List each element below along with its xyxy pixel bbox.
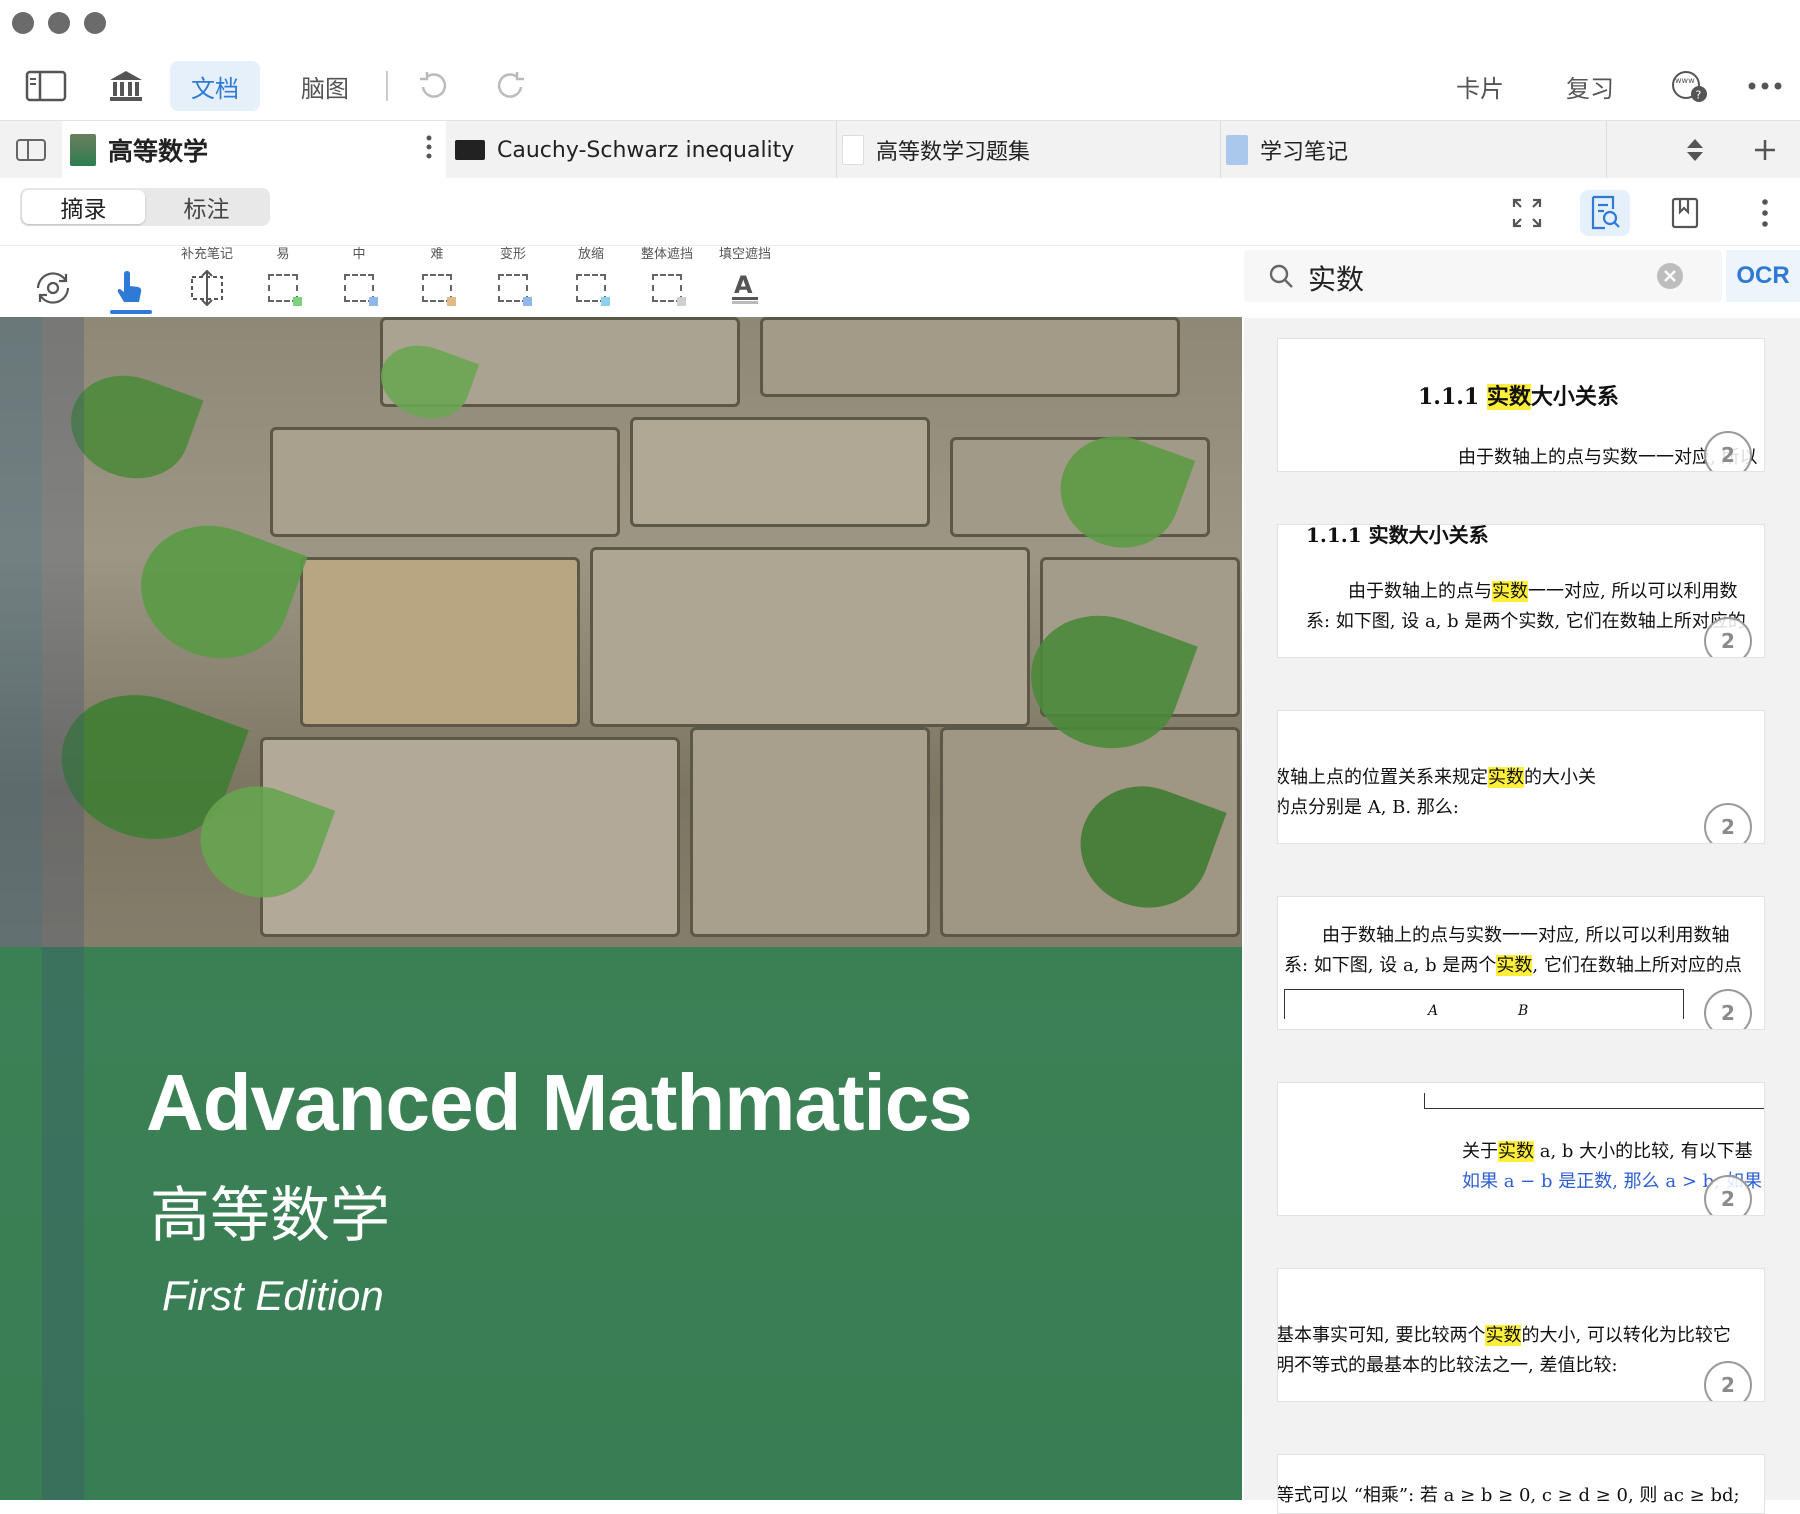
search-document-icon[interactable] [1580, 190, 1630, 236]
svg-text:?: ? [1696, 89, 1702, 102]
undo-icon[interactable] [408, 61, 458, 111]
more-icon[interactable] [1740, 61, 1790, 111]
doc-thumbnail [1226, 135, 1248, 165]
cover-left-strip [0, 317, 42, 947]
doc-thumbnail [842, 135, 864, 165]
tab-label: Cauchy-Schwarz inequality [497, 137, 795, 163]
easy-mask-tool[interactable]: 易 [250, 246, 316, 316]
bookmark-icon[interactable] [1660, 190, 1710, 236]
main-toolbar: 文档 脑图 卡片 复习 www? [0, 55, 1800, 117]
pointer-tool[interactable] [96, 246, 162, 316]
page-badge: 2 [1704, 1175, 1752, 1215]
annotation-tools: 补充笔记 易 中 难 变形 放缩 整体遮挡 填空遮挡 A [0, 246, 1242, 316]
search-bar: 实数 [1244, 250, 1722, 302]
mask-all-tool[interactable]: 整体遮挡 [634, 246, 700, 316]
svg-text:A: A [734, 271, 753, 299]
window-controls [12, 12, 106, 34]
result-card[interactable]: 数轴上点的位置关系来规定实数的大小关 的点分别是 A, B. 那么: 2 [1277, 710, 1765, 844]
page-badge: 2 [1704, 617, 1752, 657]
mode-bar: 摘录 标注 [0, 178, 1800, 246]
tab-menu-icon[interactable] [426, 135, 432, 165]
ocr-button[interactable]: OCR [1726, 250, 1800, 302]
result-card[interactable]: 等式可以 “相乘”: 若 a ≥ b ≥ 0, c ≥ d ≥ 0, 则 ac … [1277, 1454, 1765, 1514]
svg-text:www: www [1675, 76, 1695, 85]
cover-left-strip-2 [42, 317, 84, 1500]
zoom-window-button[interactable] [84, 12, 106, 34]
cover-edition: First Edition [162, 1272, 384, 1319]
document-viewer[interactable]: Advanced Mathmatics 高等数学 First Edition [0, 317, 1242, 1500]
app-window: 文档 脑图 卡片 复习 www? 高等数学 Cauchy-Schwarz ine… [0, 0, 1800, 1514]
result-card[interactable]: 基本事实可知, 要比较两个实数的大小, 可以转化为比较它 明不等式的最基本的比较… [1277, 1268, 1765, 1402]
tab-label: 学习笔记 [1260, 140, 1349, 165]
search-input[interactable]: 实数 [1308, 258, 1364, 298]
split-view-icon[interactable] [6, 121, 56, 179]
library-icon[interactable] [102, 61, 150, 111]
zoom-tool[interactable]: 放缩 [558, 246, 624, 316]
cover-title-english: Advanced Mathmatics [146, 1058, 973, 1147]
tab-exercises[interactable]: 高等数学习题集 [842, 121, 1222, 179]
close-window-button[interactable] [12, 12, 34, 34]
page-badge: 2 [1704, 803, 1752, 843]
tab-divider [836, 121, 837, 179]
annotation-mode-button[interactable]: 标注 [145, 190, 268, 224]
cards-button[interactable]: 卡片 [1440, 61, 1520, 111]
cloze-mask-tool[interactable]: 填空遮挡 A [712, 246, 778, 316]
document-tabbar: 高等数学 Cauchy-Schwarz inequality 高等数学习题集 学… [0, 120, 1800, 179]
web-help-icon[interactable]: www? [1664, 61, 1714, 111]
clear-search-icon[interactable] [1656, 262, 1684, 294]
tab-document[interactable]: 文档 [170, 61, 260, 111]
excerpt-mode-button[interactable]: 摘录 [22, 190, 145, 224]
medium-mask-tool[interactable]: 中 [326, 246, 392, 316]
tab-sort-icon[interactable] [1670, 121, 1720, 179]
tab-divider [1606, 121, 1607, 179]
deform-tool[interactable]: 变形 [480, 246, 546, 316]
search-icon [1268, 263, 1294, 293]
tab-label: 高等数学习题集 [876, 140, 1031, 165]
sidebar-toggle-icon[interactable] [22, 61, 70, 111]
page-badge: 2 [1704, 989, 1752, 1029]
result-card[interactable]: 1.1.1 实数大小关系 由于数轴上的点与实数一一对应, 所以可以利用数 系: … [1277, 524, 1765, 658]
tab-study-notes[interactable]: 学习笔记 [1226, 121, 1606, 179]
page-badge: 2 [1704, 431, 1752, 471]
result-card[interactable]: 由于数轴上的点与实数一一对应, 所以可以利用数轴 系: 如下图, 设 a, b … [1277, 896, 1765, 1030]
doc-thumbnail [455, 140, 485, 160]
toolbar-divider [386, 71, 388, 101]
fullscreen-icon[interactable] [1502, 190, 1552, 236]
page-badge: 2 [1704, 1361, 1752, 1401]
minimize-window-button[interactable] [48, 12, 70, 34]
options-icon[interactable] [1740, 190, 1790, 236]
tab-label: 高等数学 [108, 137, 209, 166]
review-button[interactable]: 复习 [1550, 61, 1630, 111]
book-thumbnail [70, 134, 96, 166]
tab-mindmap[interactable]: 脑图 [280, 61, 370, 111]
tab-cauchy-schwarz[interactable]: Cauchy-Schwarz inequality [455, 121, 835, 179]
result-card[interactable]: 关于实数 a, b 大小的比较, 有以下基 如果 a − b 是正数, 那么 a… [1277, 1082, 1765, 1216]
result-card[interactable]: 1.1.1 实数大小关系 由于数轴上的点与实数一一对应, 所以 2 [1277, 338, 1765, 472]
supplement-note-tool[interactable]: 补充笔记 [174, 246, 240, 316]
cover-title-chinese: 高等数学 [150, 1181, 390, 1251]
sync-settings-tool[interactable] [20, 246, 86, 316]
hard-mask-tool[interactable]: 难 [404, 246, 470, 316]
tab-gaodeng-shuxue[interactable]: 高等数学 [62, 121, 446, 179]
mode-segmented-control: 摘录 标注 [20, 188, 270, 226]
add-tab-icon[interactable] [1740, 121, 1790, 179]
tab-divider [1220, 121, 1221, 179]
redo-icon[interactable] [486, 61, 536, 111]
search-results: 1.1.1 实数大小关系 由于数轴上的点与实数一一对应, 所以 2 1.1.1 … [1244, 318, 1800, 1514]
